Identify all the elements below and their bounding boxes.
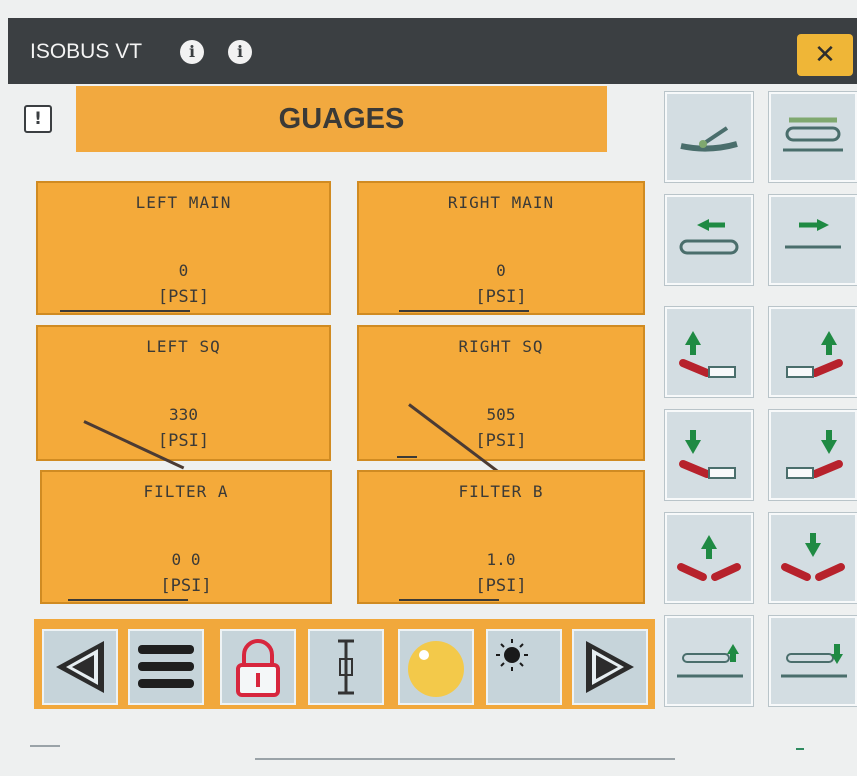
gauge-label: FILTER B [458,482,544,501]
gauge-value: 330 [169,405,198,424]
both-wings-lower-icon [781,533,845,581]
gauge-value: 0 0 [171,550,201,569]
night-mode-icon [408,641,464,697]
alarm-icon[interactable]: ! [24,105,52,133]
next-icon [586,641,634,693]
gauge-baseline [68,599,188,601]
gauge-value: 505 [486,405,516,424]
window-title: ISOBUS VT [30,40,143,63]
alarm-symbol: ! [34,109,42,129]
boom-level-icon [783,117,843,152]
gauge-unit: [PSI] [475,431,527,451]
right-wing-raise-icon [786,331,843,378]
both-wings-raise-button[interactable] [665,513,753,603]
menu-button[interactable] [128,629,204,705]
footer-divider [255,758,675,760]
gauge-unit: [PSI] [475,287,527,307]
previous-icon [56,641,104,693]
gauge-right-sq: RIGHT SQ 505 [PSI] [357,325,645,484]
boom-extend-left-button[interactable] [665,195,753,285]
left-wing-lower-icon [679,430,736,479]
gauge-unit: [PSI] [157,287,210,307]
sprayer-boom-fold-icon [680,126,738,152]
gauge-unit: [PSI] [475,576,527,596]
night-mode-button[interactable] [398,629,474,705]
gauge-label: FILTER A [143,482,229,501]
boom-height-button[interactable] [308,629,384,705]
right-wing-raise-button[interactable] [769,307,857,397]
close-button[interactable]: ✕ [797,34,853,76]
gauge-label: LEFT MAIN [135,193,232,212]
gauge-filter-b: FILTER B 1.0 [PSI] [357,470,645,604]
menu-icon [138,645,194,688]
gauge-left-sq: LEFT SQ 330 [PSI] [36,325,331,470]
previous-button[interactable] [42,629,118,705]
both-wings-lower-button[interactable] [769,513,857,603]
left-wing-raise-button[interactable] [665,307,753,397]
gauge-value: 0 [178,261,189,280]
gauge-unit: [PSI] [157,431,210,451]
right-wing-lower-button[interactable] [769,410,857,500]
boom-height-icon [338,639,354,695]
boom-tilt-left-icon [677,644,743,678]
gauge-baseline [399,599,499,601]
boom-level-button[interactable] [769,92,857,182]
gauge-left-main: LEFT MAIN 0 [PSI] [36,181,331,315]
gauge-value: 1.0 [486,550,516,569]
gauge-label: LEFT SQ [146,337,221,356]
footer-divider [30,745,60,747]
left-wing-lower-button[interactable] [665,410,753,500]
gauge-baseline [399,310,529,312]
info-icon[interactable]: i [228,40,252,64]
boom-tilt-left-button[interactable] [665,616,753,706]
boom-extend-left-icon [679,219,739,255]
day-mode-icon [496,639,564,699]
close-icon: ✕ [814,40,836,70]
gauge-value: 0 [496,261,506,280]
both-wings-raise-icon [677,535,741,581]
info-icon[interactable]: i [180,40,204,64]
day-mode-button[interactable] [486,629,564,705]
boom-fold-button[interactable] [665,92,753,182]
next-button[interactable] [572,629,648,705]
boom-tilt-right-icon [781,644,847,678]
left-wing-raise-icon [679,331,736,378]
right-wing-lower-icon [786,430,843,479]
gauge-unit: [PSI] [160,576,212,596]
gauge-label: RIGHT SQ [458,337,544,356]
gauge-baseline [397,456,417,458]
vt-screen: ISOBUS VT i i ✕ ! GUAGES LEFT MAIN 0 [PS… [0,0,857,776]
boom-extend-right-icon [785,219,841,249]
lock-icon [236,639,280,697]
gauge-label: RIGHT MAIN [447,193,555,212]
title-bar: ISOBUS VT i i ✕ [8,18,857,84]
boom-tilt-right-button[interactable] [769,616,857,706]
boom-extend-right-button[interactable] [769,195,857,285]
page-title: GUAGES [76,86,607,152]
gauge-right-main: RIGHT MAIN 0 [PSI] [357,181,645,315]
footer-divider [796,748,804,750]
gauge-filter-a: FILTER A 0 0 [PSI] [40,470,332,604]
softkey-bar [34,619,655,709]
lock-button[interactable] [220,629,296,705]
gauge-baseline [60,310,190,312]
